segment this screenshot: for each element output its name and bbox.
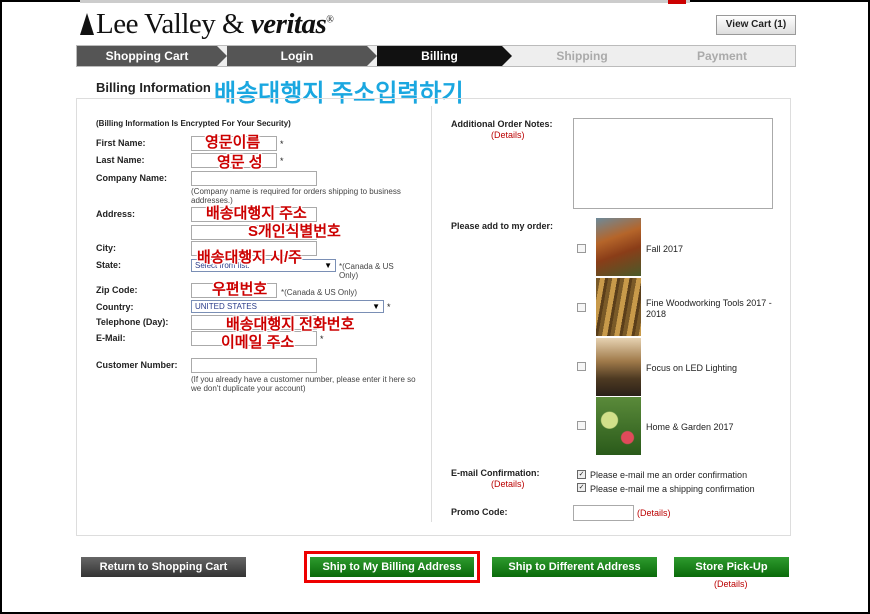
catalog-checkbox-home-garden[interactable] — [577, 421, 586, 430]
add-to-order-label: Please add to my order: — [451, 221, 554, 231]
state-note: *(Canada & US Only) — [339, 262, 409, 280]
billing-title: Billing Information — [96, 80, 211, 95]
logo-lee-valley: Lee Valley — [96, 8, 216, 40]
order-notes-details-link[interactable]: (Details) — [491, 130, 525, 140]
step-shopping-cart[interactable]: Shopping Cart — [77, 46, 217, 66]
catalog-checkbox-woodworking[interactable] — [577, 303, 586, 312]
catalog-woodworking-image — [596, 278, 641, 336]
address-label: Address: — [96, 209, 136, 219]
panel-divider — [431, 106, 432, 522]
view-cart-button[interactable]: View Cart (1) — [716, 15, 796, 35]
zip-note: *(Canada & US Only) — [281, 288, 358, 297]
checkout-steps: Shopping Cart Login Billing Shipping Pay… — [76, 45, 796, 67]
shipping-confirmation-checkbox[interactable]: ✓ — [577, 483, 586, 492]
catalog-home-garden-label: Home & Garden 2017 — [646, 422, 734, 432]
company-label: Company Name: — [96, 173, 168, 183]
customer-number-input[interactable] — [191, 358, 317, 373]
required-mark: * — [320, 334, 324, 344]
top-bar — [80, 0, 690, 3]
order-notes-textarea[interactable] — [573, 118, 773, 209]
required-mark: * — [280, 156, 284, 166]
promo-details-link[interactable]: (Details) — [637, 508, 671, 518]
ship-to-billing-address-button[interactable]: Ship to My Billing Address — [310, 557, 474, 577]
catalog-fall-2017-image — [596, 218, 641, 276]
store-pickup-details-link[interactable]: (Details) — [714, 579, 748, 589]
annotation-last-name: 영문 성 — [217, 154, 263, 171]
site-logo[interactable]: Lee Valley & veritas® — [80, 8, 334, 41]
step-arrow — [217, 46, 227, 66]
annotation-email: 이메일 주소 — [221, 334, 295, 351]
state-note-text: *(Canada & US Only) — [339, 262, 394, 280]
checkmark-icon: ✓ — [578, 484, 585, 491]
catalog-checkbox-fall-2017[interactable] — [577, 244, 586, 253]
catalog-led-image — [596, 338, 641, 396]
email-confirmation-details-link[interactable]: (Details) — [491, 479, 525, 489]
required-mark: * — [387, 302, 391, 312]
catalog-woodworking-label: Fine Woodworking Tools 2017 - 2018 — [646, 298, 772, 319]
catalog-checkbox-led[interactable] — [577, 362, 586, 371]
dropdown-arrow-icon: ▼ — [372, 302, 380, 311]
city-label: City: — [96, 243, 116, 253]
catalog-led-label: Focus on LED Lighting — [646, 363, 738, 373]
annotation-first-name: 영문이름 — [205, 134, 261, 151]
order-confirmation-checkbox[interactable]: ✓ — [577, 470, 586, 479]
logo-veritas: veritas — [250, 8, 327, 40]
step-login[interactable]: Login — [227, 46, 367, 66]
zip-label: Zip Code: — [96, 285, 138, 295]
email-confirmation-label: E-mail Confirmation: — [451, 468, 540, 478]
annotation-id-number: S개인식별번호 — [248, 223, 341, 240]
logo-registered: ® — [326, 14, 334, 26]
annotation-city-state: 배송대행지 시/주 — [197, 249, 302, 266]
step-arrow — [367, 46, 377, 66]
catalog-home-garden-image — [596, 397, 641, 455]
promo-code-label: Promo Code: — [451, 507, 508, 517]
customer-number-note: (If you already have a customer number, … — [191, 375, 416, 393]
logo-ampersand: & — [215, 8, 251, 40]
encrypted-note: (Billing Information Is Encrypted For Yo… — [96, 119, 291, 128]
state-label: State: — [96, 260, 122, 270]
checkmark-icon: ✓ — [578, 471, 585, 478]
step-payment: Payment — [696, 49, 748, 63]
customer-number-label: Customer Number: — [96, 360, 178, 370]
return-to-cart-button[interactable]: Return to Shopping Cart — [81, 557, 246, 577]
step-arrow — [502, 46, 512, 66]
tree-icon — [80, 13, 94, 35]
country-select[interactable]: UNITED STATES ▼ — [191, 300, 384, 313]
country-label: Country: — [96, 302, 134, 312]
ship-to-different-address-button[interactable]: Ship to Different Address — [492, 557, 657, 577]
annotation-zip: 우편번호 — [212, 281, 268, 298]
last-name-label: Last Name: — [96, 155, 145, 165]
company-input[interactable] — [191, 171, 317, 186]
order-confirmation-label: Please e-mail me an order confirmation — [590, 470, 748, 480]
email-label: E-Mail: — [96, 333, 126, 343]
country-select-value: UNITED STATES — [195, 302, 257, 311]
first-name-label: First Name: — [96, 138, 146, 148]
required-mark: * — [280, 139, 284, 149]
catalog-fall-2017-label: Fall 2017 — [646, 244, 684, 254]
step-billing: Billing — [377, 46, 502, 66]
promo-code-input[interactable] — [573, 505, 634, 521]
top-bar-accent — [668, 0, 686, 4]
dropdown-arrow-icon: ▼ — [324, 261, 332, 270]
order-notes-label: Additional Order Notes: — [451, 119, 553, 129]
store-pickup-button[interactable]: Store Pick-Up — [674, 557, 789, 577]
step-shipping: Shipping — [556, 49, 608, 63]
shipping-confirmation-label: Please e-mail me a shipping confirmation — [590, 484, 755, 494]
phone-label: Telephone (Day): — [96, 317, 169, 327]
